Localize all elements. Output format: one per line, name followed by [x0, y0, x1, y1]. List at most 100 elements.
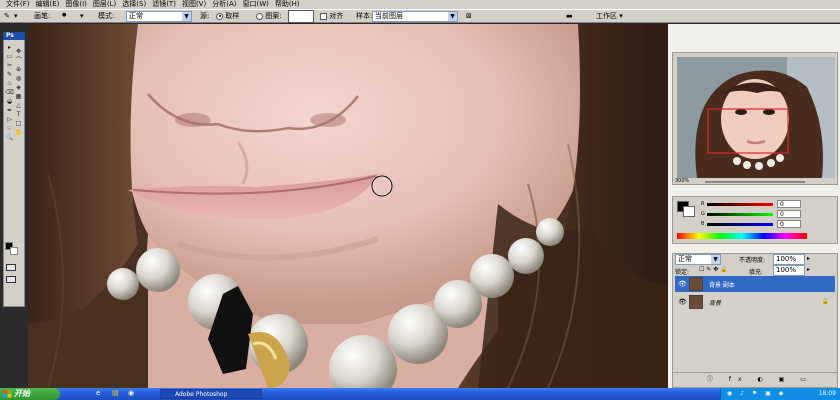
toolbox: Ps ▸ ✥ ▭ ⌒ ✂ ⊕ ✎ ◍ ♨ ◈ ⌫ ▦ ◒ △ ✒ T ▷ □ ☞ ✋ 🔍: [0, 24, 28, 388]
pen-tool-icon[interactable]: ✒: [5, 107, 14, 115]
mode-select[interactable]: 正常 ▼: [126, 11, 192, 22]
tool-preset-dropdown-icon[interactable]: ▾: [14, 11, 18, 22]
ie-icon[interactable]: e: [96, 389, 100, 397]
menu-item[interactable]: 图像(I): [62, 0, 90, 9]
stamp-tool-icon[interactable]: ♨: [5, 80, 14, 88]
eye-icon[interactable]: 👁: [678, 298, 687, 306]
eye-icon[interactable]: 👁: [678, 280, 687, 288]
gradient-tool-icon[interactable]: ▦: [14, 93, 23, 101]
media-icon[interactable]: ◉: [128, 389, 134, 397]
zoom-slider[interactable]: [705, 181, 805, 183]
menu-item[interactable]: 图层(L): [90, 0, 119, 9]
fill-input[interactable]: 100%: [773, 265, 805, 276]
blend-mode-select[interactable]: 正常 ▼: [675, 254, 721, 265]
folder-icon[interactable]: ▤: [112, 389, 119, 397]
dodge-tool-icon[interactable]: △: [14, 102, 23, 110]
lock-label: 锁定:: [675, 269, 690, 276]
menu-item[interactable]: 窗口(W): [239, 0, 271, 9]
sample-label: 样本:: [356, 12, 373, 20]
red-label: R: [701, 201, 705, 207]
mode-label: 模式:: [98, 12, 115, 20]
menu-item[interactable]: 文件(F): [3, 0, 33, 9]
opacity-arrow-icon[interactable]: ▸: [807, 255, 810, 262]
move-tool-icon[interactable]: ▸: [5, 44, 14, 52]
start-label: 开始: [14, 389, 30, 398]
brush-label: 画笔:: [34, 12, 51, 20]
quick-select-tool-icon[interactable]: ⌒: [14, 57, 23, 65]
menu-item[interactable]: 编辑(E): [33, 0, 63, 9]
layer-row[interactable]: 👁 背景 🔒: [675, 294, 835, 310]
sample-select[interactable]: 当前图层 ▼: [372, 11, 458, 22]
radio-sampled[interactable]: [216, 12, 223, 20]
healing-brush-icon[interactable]: ✎: [4, 11, 10, 22]
document-canvas[interactable]: [28, 24, 668, 388]
type-tool-icon[interactable]: T: [14, 111, 23, 119]
opacity-value: 100%: [776, 255, 797, 263]
crop-tool-icon[interactable]: ✂: [5, 62, 14, 70]
navigator-thumbnail[interactable]: [677, 57, 835, 178]
history-brush-tool-icon[interactable]: ◈: [14, 84, 23, 92]
brush-dropdown-icon[interactable]: ▾: [80, 11, 84, 22]
zoom-tool-icon[interactable]: 🔍: [5, 134, 14, 142]
taskbar-task-label: Adobe Photoshop: [175, 391, 228, 398]
taskbar: 开始 e ▤ ◉ Adobe Photoshop ◉ ♪ ⚑ ▣ ◆ 18:09: [0, 388, 840, 400]
start-button[interactable]: 开始: [0, 388, 60, 400]
taskbar-photoshop-button[interactable]: Adobe Photoshop: [160, 389, 262, 399]
navigator-panel: 300%: [672, 52, 838, 185]
system-tray: ◉ ♪ ⚑ ▣ ◆ 18:09: [720, 388, 840, 400]
clock: 18:09: [818, 390, 836, 397]
menu-item[interactable]: 帮助(H): [272, 0, 303, 9]
green-slider[interactable]: [707, 213, 773, 216]
screen-mode-icon[interactable]: [6, 276, 16, 283]
hand-tool-icon[interactable]: ✋: [14, 129, 23, 137]
menu-item[interactable]: 选择(S): [119, 0, 149, 9]
blue-label: B: [701, 221, 705, 227]
blur-tool-icon[interactable]: ◒: [5, 98, 14, 106]
fill-arrow-icon[interactable]: ▸: [807, 266, 810, 273]
ignore-adjustment-icon[interactable]: ⊠: [466, 11, 472, 22]
blue-value[interactable]: 0: [777, 220, 801, 228]
menu-item[interactable]: 分析(A): [209, 0, 239, 9]
eraser-tool-icon[interactable]: ⌫: [5, 89, 14, 97]
ps-logo: Ps: [3, 32, 25, 40]
layers-footer-icons[interactable]: ⓘ fx ◐ ▣ ▭ ⌫: [673, 372, 837, 397]
sample-value: 当前图层: [375, 12, 403, 20]
lasso-tool-icon[interactable]: ✥: [14, 48, 23, 56]
background-color-swatch[interactable]: [683, 206, 695, 217]
quick-mask-icon[interactable]: [6, 264, 16, 271]
zoom-level[interactable]: 300%: [675, 178, 689, 184]
source-pattern-option[interactable]: 图案:: [256, 11, 282, 22]
brush-preview[interactable]: ●10: [62, 10, 68, 29]
menu-item[interactable]: 滤镜(T): [149, 0, 179, 9]
brush-tool-icon[interactable]: ◍: [14, 75, 23, 83]
aligned-checkbox[interactable]: [320, 12, 327, 20]
fill-label: 填充:: [749, 269, 764, 276]
opacity-label: 不透明度:: [739, 257, 766, 264]
marquee-tool-icon[interactable]: ▭: [5, 53, 14, 61]
tray-icons[interactable]: ◉ ♪ ⚑ ▣ ◆: [727, 390, 786, 397]
source-label: 源:: [200, 12, 210, 20]
notes-tool-icon[interactable]: ☞: [5, 125, 14, 133]
bridge-icon[interactable]: ▬: [566, 11, 573, 22]
green-value[interactable]: 0: [777, 210, 801, 218]
shape-tool-icon[interactable]: □: [14, 120, 23, 128]
source-sampled-option[interactable]: 取样: [216, 11, 239, 22]
healing-brush-tool-icon[interactable]: ✎: [5, 71, 14, 79]
background-color-swatch[interactable]: [10, 247, 18, 255]
aligned-option[interactable]: 对齐: [320, 11, 343, 22]
red-slider[interactable]: [707, 203, 773, 206]
lock-icons[interactable]: ☐ ✎ ✥ 🔒: [699, 266, 728, 273]
opacity-input[interactable]: 100%: [773, 254, 805, 265]
path-select-tool-icon[interactable]: ▷: [5, 116, 14, 124]
layer-row[interactable]: 👁 背景 副本: [675, 276, 835, 292]
pattern-swatch[interactable]: [288, 10, 314, 23]
slice-tool-icon[interactable]: ⊕: [14, 66, 23, 74]
red-value[interactable]: 0: [777, 200, 801, 208]
chevron-down-icon: ▼: [182, 12, 191, 21]
radio-pattern[interactable]: [256, 12, 263, 20]
workspace-menu[interactable]: 工作区 ▾: [596, 11, 623, 22]
pattern-label: 图案:: [265, 12, 282, 20]
blue-slider[interactable]: [707, 223, 773, 226]
menu-item[interactable]: 视图(V): [179, 0, 209, 9]
color-spectrum-bar[interactable]: [677, 233, 807, 239]
